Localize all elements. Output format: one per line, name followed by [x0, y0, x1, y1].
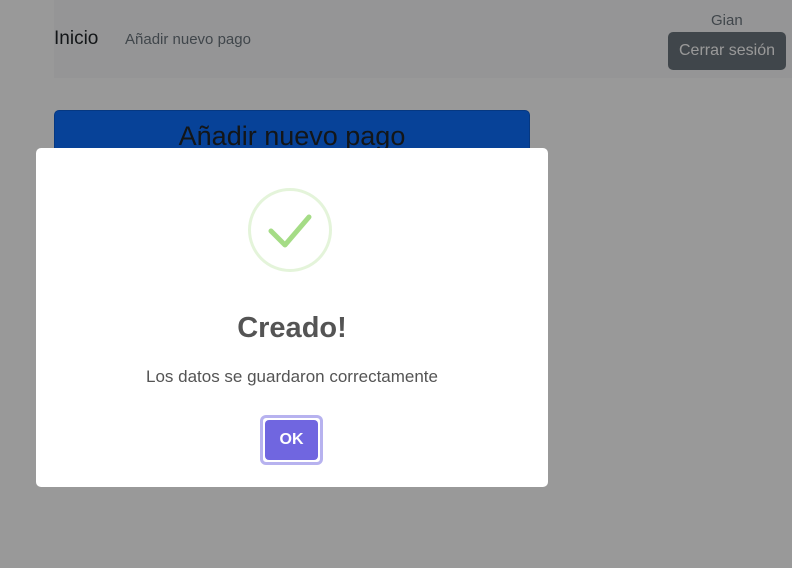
dialog-title: Creado! — [237, 312, 347, 344]
success-check-icon — [248, 188, 332, 272]
success-dialog: Creado! Los datos se guardaron correctam… — [36, 148, 548, 487]
ok-button[interactable]: OK — [260, 415, 323, 465]
ok-button-label: OK — [265, 420, 318, 460]
dialog-message: Los datos se guardaron correctamente — [145, 367, 438, 386]
